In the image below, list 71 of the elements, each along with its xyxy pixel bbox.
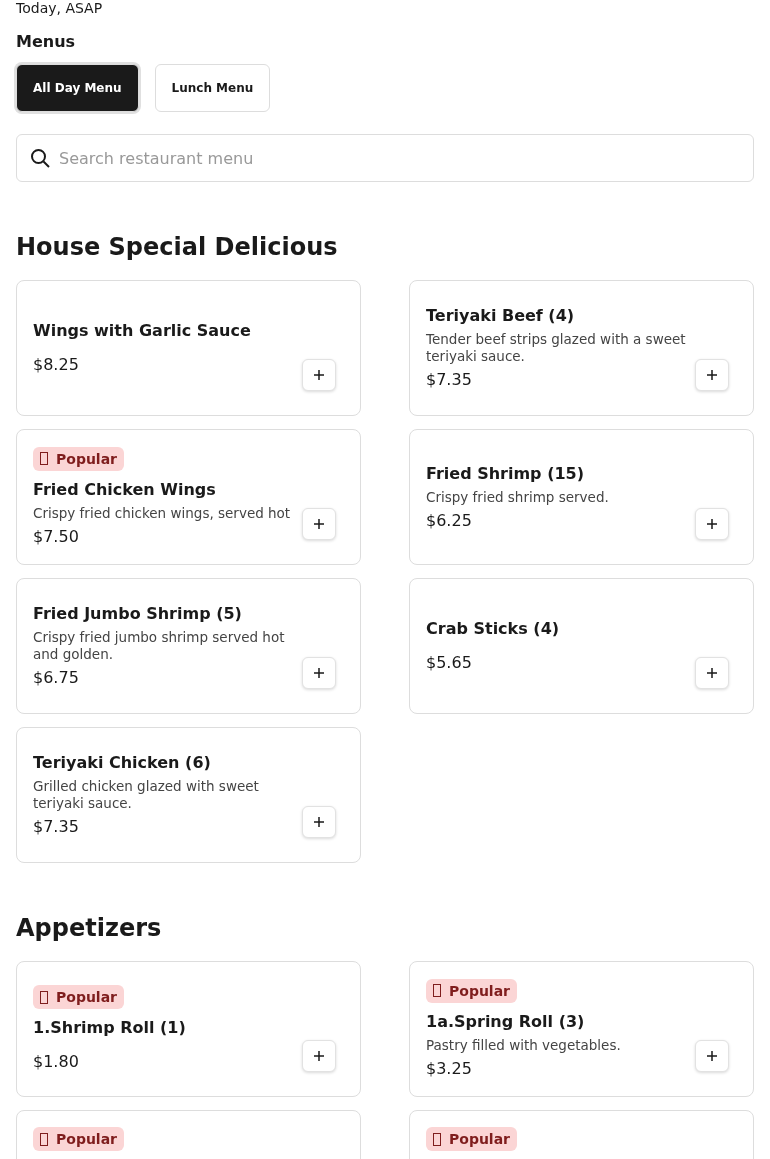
add-button[interactable] (302, 657, 336, 689)
plus-icon (707, 668, 717, 678)
item-price: $6.75 (33, 667, 80, 689)
placeholder-glyph-icon (433, 1132, 441, 1146)
add-button[interactable] (695, 1040, 729, 1072)
item-price: $6.25 (426, 509, 473, 532)
menu-item-card[interactable]: Fried Jumbo Shrimp (5) Crispy fried jumbo shrimp served hot and golden. $6.75 (16, 578, 361, 714)
plus-icon (314, 1051, 324, 1061)
item-description: Crispy fried shrimp served. (426, 488, 610, 506)
menu-item-card[interactable]: Popular 1.Shrimp Roll (1) $1.80 (16, 961, 361, 1097)
plus-icon (314, 817, 324, 827)
menu-tab[interactable]: All Day Menu (16, 64, 139, 112)
plus-icon (314, 370, 324, 380)
add-button[interactable] (695, 657, 729, 689)
item-price: $7.35 (33, 816, 80, 838)
item-name: Teriyaki Chicken (6) (33, 752, 212, 774)
placeholder-glyph-icon (40, 1132, 48, 1146)
menu-item-card[interactable]: Wings with Garlic Sauce $8.25 (16, 280, 361, 416)
section-heading: Appetizers (16, 913, 163, 943)
badge-label: Popular (449, 1131, 511, 1147)
add-button[interactable] (302, 1040, 336, 1072)
search-icon (30, 148, 50, 168)
item-price: $1.80 (33, 1051, 80, 1073)
menu-item-card[interactable]: Popular (16, 1110, 361, 1159)
badge-label: Popular (56, 450, 118, 467)
item-name: 1a.Spring Roll (3) (426, 1010, 586, 1033)
badge-label: Popular (449, 982, 511, 999)
item-description: Tender beef strips glazed with a sweet teriyaki sauce. (426, 331, 687, 365)
badge-label: Popular (56, 989, 118, 1005)
section-heading: House Special Delicious (16, 232, 339, 262)
menu-item-card[interactable]: Popular (409, 1110, 754, 1159)
add-button[interactable] (302, 359, 336, 391)
placeholder-glyph-icon (40, 452, 48, 465)
item-price: $8.25 (33, 354, 80, 376)
menu-item-card[interactable]: Fried Shrimp (15) Crispy fried shrimp served. $6.25 (409, 429, 754, 565)
menu-tab[interactable]: Lunch Menu (154, 64, 271, 112)
item-name: 1.Shrimp Roll (1) (33, 1017, 187, 1039)
item-name: Fried Shrimp (15) (426, 462, 586, 485)
item-name: Fried Chicken Wings (33, 478, 217, 501)
menu-item-card[interactable]: Teriyaki Beef (4) Tender beef strips glazed with a sweet teriyaki sauce. $7.35 (409, 280, 754, 416)
add-button[interactable] (695, 359, 729, 391)
item-price: $7.50 (33, 525, 80, 548)
badge-label: Popular (56, 1131, 118, 1147)
item-description: Grilled chicken glazed with sweet teriyaki sauce. (33, 778, 260, 812)
add-button[interactable] (302, 806, 336, 838)
search-field[interactable]: Search restaurant menu (16, 134, 754, 182)
add-button[interactable] (695, 508, 729, 540)
plus-icon (314, 668, 324, 678)
item-name: Teriyaki Beef (4) (426, 305, 576, 327)
add-button[interactable] (302, 508, 336, 540)
menu-item-card[interactable]: Crab Sticks (4) $5.65 (409, 578, 754, 714)
menus-heading: Menus (16, 32, 77, 52)
item-price: $5.65 (426, 652, 473, 674)
item-description: Crispy fried chicken wings, served hot (33, 504, 292, 522)
item-name: Wings with Garlic Sauce (33, 320, 252, 342)
placeholder-glyph-icon (40, 990, 48, 1004)
placeholder-glyph-icon (433, 984, 441, 997)
item-price: $3.25 (426, 1057, 473, 1080)
item-name: Fried Jumbo Shrimp (5) (33, 603, 243, 625)
item-description: Crispy fried jumbo shrimp served hot and golden. (33, 629, 286, 663)
item-name: Crab Sticks (4) (426, 618, 561, 640)
menu-item-card[interactable]: Popular 1a.Spring Roll (3) Pastry filled with vegetables. $3.25 (409, 961, 754, 1097)
plus-icon (707, 370, 717, 380)
item-price: $7.35 (426, 369, 473, 391)
plus-icon (314, 519, 324, 529)
delivery-time: Today, ASAP (16, 0, 104, 16)
plus-icon (707, 519, 717, 529)
item-description: Pastry filled with vegetables. (426, 1036, 622, 1054)
plus-icon (707, 1051, 717, 1061)
menu-item-card[interactable]: Teriyaki Chicken (6) Grilled chicken glazed with sweet teriyaki sauce. $7.35 (16, 727, 361, 863)
menu-item-card[interactable]: Popular Fried Chicken Wings Crispy fried chicken wings, served hot $7.50 (16, 429, 361, 565)
